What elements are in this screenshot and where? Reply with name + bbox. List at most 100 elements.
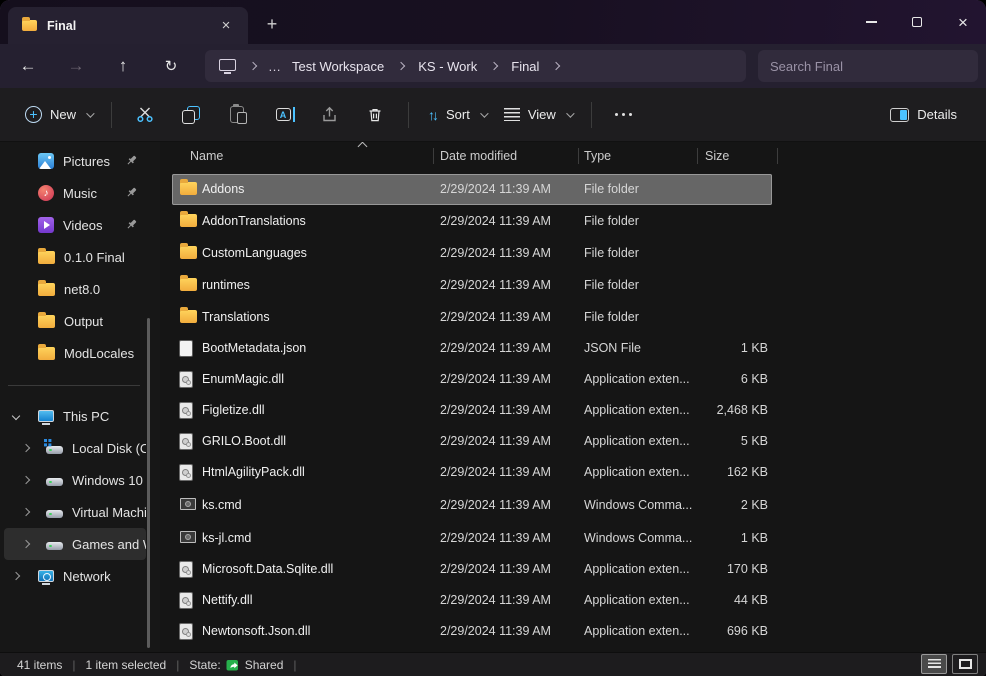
search-input[interactable]	[770, 59, 966, 74]
file-name: Microsoft.Data.Sqlite.dll	[202, 554, 333, 585]
copy-button[interactable]	[168, 97, 214, 133]
file-size: 6 KB	[697, 364, 768, 395]
file-type: JSON File	[584, 333, 641, 364]
table-row[interactable]: ks.cmd 2/29/2024 11:39 AM Windows Comma.…	[172, 490, 772, 521]
table-row[interactable]: AddonTranslations 2/29/2024 11:39 AM Fil…	[172, 206, 772, 237]
sidebar-item-label: Local Disk (C:)	[72, 441, 146, 456]
up-button[interactable]: ↑	[106, 49, 140, 83]
table-row[interactable]: HtmlAgilityPack.dll 2/29/2024 11:39 AM A…	[172, 457, 772, 488]
file-type: Application exten...	[584, 395, 690, 426]
breadcrumb-final[interactable]: Final	[505, 56, 545, 77]
refresh-button[interactable]: ↻	[154, 49, 188, 83]
minimize-button[interactable]	[848, 0, 894, 44]
column-header-date-modified[interactable]: Date modified	[440, 142, 517, 168]
main-area: Pictures ♪ Music	[0, 142, 986, 652]
table-row[interactable]: runtimes 2/29/2024 11:39 AM File folder	[172, 270, 772, 301]
search-box[interactable]	[758, 50, 978, 82]
tab-close-icon[interactable]: ×	[214, 14, 238, 38]
sidebar-item-virtual-machines[interactable]: Virtual Machin	[4, 496, 146, 528]
this-pc-icon[interactable]	[219, 59, 236, 71]
videos-icon	[38, 217, 54, 233]
cut-button[interactable]	[122, 97, 168, 133]
file-size	[697, 238, 768, 269]
column-header-name[interactable]: Name	[190, 142, 223, 168]
column-divider[interactable]	[578, 148, 579, 164]
sidebar-item-label: Pictures	[63, 154, 110, 169]
delete-button[interactable]	[352, 97, 398, 133]
column-divider[interactable]	[777, 148, 778, 164]
table-row[interactable]: Addons 2/29/2024 11:39 AM File folder	[172, 174, 772, 205]
view-lines-icon	[504, 108, 520, 121]
chevron-right-icon[interactable]	[22, 444, 30, 452]
column-divider[interactable]	[697, 148, 698, 164]
sidebar-item-net80[interactable]: net8.0	[4, 273, 146, 305]
file-name: BootMetadata.json	[202, 333, 306, 364]
chevron-right-icon[interactable]	[22, 476, 30, 484]
chevron-right-icon[interactable]	[22, 540, 30, 548]
table-row[interactable]: Newtonsoft.Json.dll 2/29/2024 11:39 AM A…	[172, 616, 772, 647]
file-icon	[180, 498, 196, 510]
chevron-down-icon[interactable]	[12, 412, 20, 420]
sidebar-item-local-disk-c[interactable]: Local Disk (C:)	[4, 432, 146, 464]
forward-button[interactable]: →	[59, 49, 93, 83]
breadcrumb-ellipsis[interactable]: …	[264, 59, 286, 74]
breadcrumb-test-workspace[interactable]: Test Workspace	[286, 56, 390, 77]
file-list: Name Date modified Type Size Addons 2/29…	[160, 142, 986, 652]
sidebar-item-modlocales[interactable]: ModLocales	[4, 337, 146, 369]
table-row[interactable]: EnumMagic.dll 2/29/2024 11:39 AM Applica…	[172, 364, 772, 395]
tab-final[interactable]: Final ×	[8, 7, 248, 44]
breadcrumb-chevron-icon[interactable]	[552, 62, 560, 70]
toolbar: + New A	[0, 88, 986, 142]
drive-icon	[46, 510, 63, 518]
sidebar-item-label: This PC	[63, 409, 109, 424]
sidebar-scrollbar[interactable]	[147, 318, 150, 648]
column-header-type[interactable]: Type	[584, 142, 611, 168]
file-date-modified: 2/29/2024 11:39 AM	[440, 523, 551, 554]
rename-button[interactable]: A	[260, 97, 306, 133]
sort-button[interactable]: ↑↓ Sort	[419, 97, 495, 133]
address-bar[interactable]: … Test Workspace KS - Work Final	[205, 50, 746, 82]
maximize-button[interactable]	[894, 0, 940, 44]
table-row[interactable]: Nettify.dll 2/29/2024 11:39 AM Applicati…	[172, 585, 772, 616]
details-pane-button[interactable]: Details	[881, 97, 966, 133]
sidebar-item-pictures[interactable]: Pictures	[4, 145, 146, 177]
sidebar-item-windows-10[interactable]: Windows 10 (D	[4, 464, 146, 496]
breadcrumb-ks-work[interactable]: KS - Work	[412, 56, 483, 77]
sidebar-item-output[interactable]: Output	[4, 305, 146, 337]
share-button[interactable]	[306, 97, 352, 133]
breadcrumb-chevron-icon[interactable]	[490, 62, 498, 70]
column-header-size[interactable]: Size	[705, 142, 729, 168]
file-name: GRILO.Boot.dll	[202, 426, 286, 457]
new-button[interactable]: + New	[16, 97, 101, 133]
close-button[interactable]: ×	[940, 0, 986, 44]
paste-button[interactable]	[214, 97, 260, 133]
back-button[interactable]: ←	[11, 49, 45, 83]
large-icons-view-toggle[interactable]	[952, 654, 978, 674]
sidebar-item-music[interactable]: ♪ Music	[4, 177, 146, 209]
new-tab-button[interactable]: +	[258, 10, 286, 38]
sidebar-item-this-pc[interactable]: This PC	[4, 400, 146, 432]
chevron-right-icon[interactable]	[22, 508, 30, 516]
table-row[interactable]: CustomLanguages 2/29/2024 11:39 AM File …	[172, 238, 772, 269]
table-row[interactable]: GRILO.Boot.dll 2/29/2024 11:39 AM Applic…	[172, 426, 772, 457]
breadcrumb-chevron-icon[interactable]	[249, 62, 257, 70]
table-row[interactable]: Translations 2/29/2024 11:39 AM File fol…	[172, 302, 772, 333]
details-view-toggle[interactable]	[921, 654, 947, 674]
table-row[interactable]: Figletize.dll 2/29/2024 11:39 AM Applica…	[172, 395, 772, 426]
status-separator: |	[72, 658, 75, 672]
sidebar-item-videos[interactable]: Videos	[4, 209, 146, 241]
breadcrumb-chevron-icon[interactable]	[397, 62, 405, 70]
sidebar-item-010-final[interactable]: 0.1.0 Final	[4, 241, 146, 273]
column-divider[interactable]	[433, 148, 434, 164]
file-name: ks.cmd	[202, 490, 242, 521]
table-row[interactable]: ks-jl.cmd 2/29/2024 11:39 AM Windows Com…	[172, 523, 772, 554]
table-row[interactable]: BootMetadata.json 2/29/2024 11:39 AM JSO…	[172, 333, 772, 364]
sidebar-item-network[interactable]: Network	[4, 560, 146, 592]
more-button[interactable]	[602, 97, 648, 133]
table-row[interactable]: Microsoft.Data.Sqlite.dll 2/29/2024 11:3…	[172, 554, 772, 585]
view-button[interactable]: View	[495, 97, 581, 133]
sidebar-item-games[interactable]: Games and Wo	[4, 528, 146, 560]
sidebar-item-label: Videos	[63, 218, 103, 233]
chevron-right-icon[interactable]	[12, 572, 20, 580]
file-type: Application exten...	[584, 585, 690, 616]
